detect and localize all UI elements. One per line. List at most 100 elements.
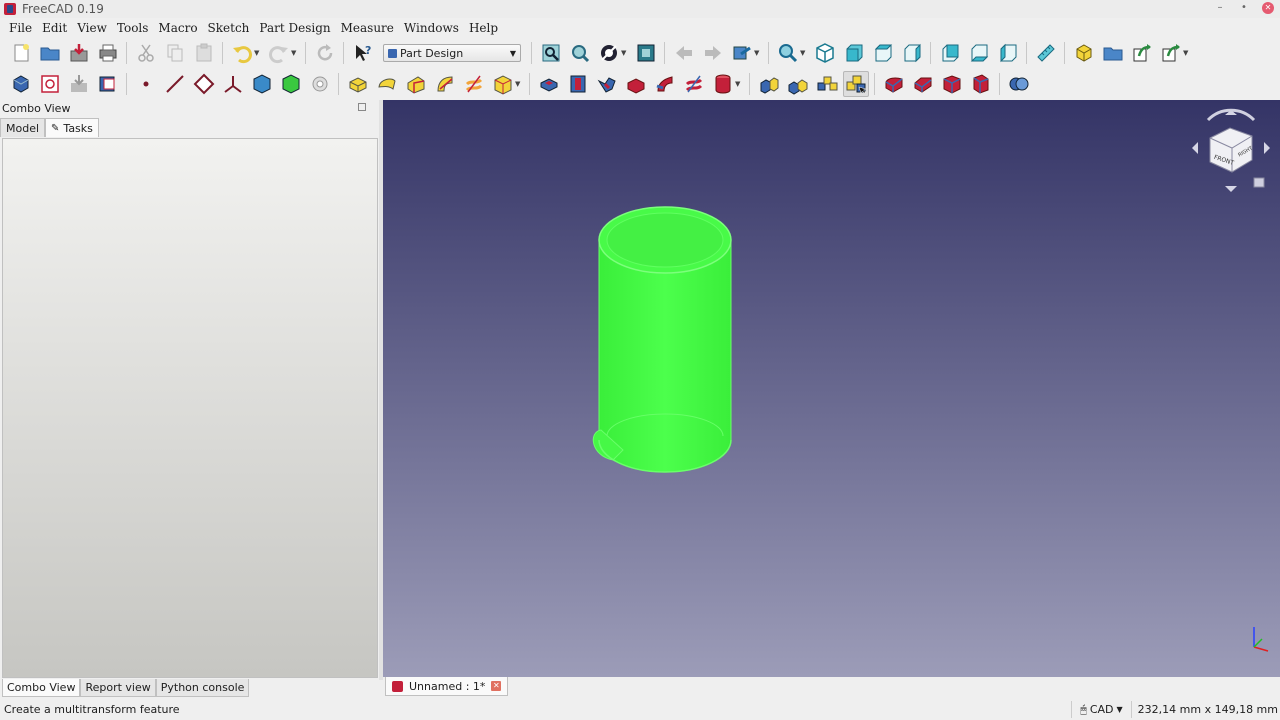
3d-viewport[interactable]: FRONT RIGHT (383, 100, 1280, 677)
datum-point-button[interactable] (133, 71, 159, 97)
workbench-selector[interactable]: Part Design ▼ (383, 44, 521, 62)
view-bottom-button[interactable] (966, 40, 992, 66)
create-body-button[interactable] (8, 71, 34, 97)
tab-report-view[interactable]: Report view (80, 679, 156, 697)
print-button[interactable] (95, 40, 121, 66)
paste-button[interactable] (191, 40, 217, 66)
green-cylinder[interactable] (592, 206, 732, 473)
subtractive-pipe-button[interactable] (652, 71, 678, 97)
save-button[interactable] (66, 40, 92, 66)
redo-button[interactable] (266, 40, 292, 66)
boolean-button[interactable] (1006, 71, 1032, 97)
zoom-dropdown-icon[interactable]: ▼ (800, 49, 808, 57)
tab-python-console[interactable]: Python console (155, 679, 250, 697)
additive-pipe-button[interactable] (432, 71, 458, 97)
pocket-button[interactable] (536, 71, 562, 97)
tab-document-unnamed[interactable]: Unnamed : 1* ✕ (385, 677, 509, 696)
navigation-cube[interactable]: FRONT RIGHT (1188, 104, 1274, 196)
subtractive-primitive-dropdown-icon[interactable]: ▼ (735, 80, 743, 88)
tab-model[interactable]: Model (0, 118, 46, 137)
additive-primitive-button[interactable] (490, 71, 516, 97)
redo-dropdown-icon[interactable]: ▼ (291, 49, 299, 57)
cut-button[interactable] (133, 40, 159, 66)
validate-sketch-button[interactable] (66, 71, 92, 97)
linear-pattern-button[interactable] (785, 71, 811, 97)
open-button[interactable] (37, 40, 63, 66)
copy-button[interactable] (162, 40, 188, 66)
menu-macro[interactable]: Macro (153, 21, 202, 35)
view-front-button[interactable] (841, 40, 867, 66)
measure-distance-button[interactable] (1033, 40, 1059, 66)
whats-this-button[interactable]: ? (350, 40, 376, 66)
thickness-button[interactable] (968, 71, 994, 97)
tab-tasks[interactable]: ✎ Tasks (45, 118, 99, 137)
back-button[interactable] (671, 40, 697, 66)
link-dropdown-icon[interactable]: ▼ (754, 49, 762, 57)
subtractive-primitive-button[interactable] (710, 71, 736, 97)
fit-selection-button[interactable] (567, 40, 593, 66)
view-rear-button[interactable] (937, 40, 963, 66)
menu-measure[interactable]: Measure (336, 21, 399, 35)
create-sketch-button[interactable] (37, 71, 63, 97)
menu-tools[interactable]: Tools (112, 21, 154, 35)
menu-part-design[interactable]: Part Design (254, 21, 335, 35)
draw-style-button[interactable] (596, 40, 622, 66)
chamfer-button[interactable] (910, 71, 936, 97)
menu-view[interactable]: View (72, 21, 112, 35)
menu-help[interactable]: Help (464, 21, 503, 35)
undock-icon[interactable] (358, 103, 366, 111)
local-coordinate-system-button[interactable] (220, 71, 246, 97)
view-left-button[interactable] (995, 40, 1021, 66)
axis-cross-icon (1253, 627, 1269, 652)
create-part-button[interactable] (1071, 40, 1097, 66)
view-rear-icon (942, 44, 958, 62)
map-sketch-button[interactable] (95, 71, 121, 97)
datum-line-button[interactable] (162, 71, 188, 97)
fit-all-button[interactable] (538, 40, 564, 66)
mirrored-button[interactable] (756, 71, 782, 97)
subtractive-helix-button[interactable] (681, 71, 707, 97)
tab-combo-view[interactable]: Combo View (2, 679, 81, 697)
new-document-button[interactable] (8, 40, 34, 66)
fillet-button[interactable] (881, 71, 907, 97)
menu-file[interactable]: File (4, 21, 37, 35)
bounding-box-button[interactable] (633, 40, 659, 66)
polar-pattern-button[interactable] (814, 71, 840, 97)
draft-button[interactable] (939, 71, 965, 97)
create-group-button[interactable] (1100, 40, 1126, 66)
pad-button[interactable] (345, 71, 371, 97)
menu-windows[interactable]: Windows (399, 21, 464, 35)
menu-edit[interactable]: Edit (37, 21, 72, 35)
draw-style-dropdown-icon[interactable]: ▼ (621, 49, 629, 57)
undo-dropdown-icon[interactable]: ▼ (254, 49, 262, 57)
link-actions-button[interactable] (1158, 40, 1184, 66)
navigation-style-button[interactable]: 🖱 CAD ▼ (1071, 701, 1130, 718)
clone-button[interactable] (307, 71, 333, 97)
close-tab-icon[interactable]: ✕ (491, 681, 502, 691)
additive-helix-button[interactable] (461, 71, 487, 97)
close-button[interactable]: ✕ (1262, 2, 1274, 14)
hole-button[interactable] (565, 71, 591, 97)
view-top-button[interactable] (870, 40, 896, 66)
minimize-button[interactable]: – (1214, 2, 1226, 14)
additive-loft-button[interactable] (403, 71, 429, 97)
revolution-button[interactable] (374, 71, 400, 97)
multitransform-button[interactable] (842, 71, 869, 97)
shape-binder-button[interactable] (249, 71, 275, 97)
datum-plane-button[interactable] (191, 71, 217, 97)
zoom-button[interactable] (775, 40, 801, 66)
forward-button[interactable] (700, 40, 726, 66)
link-actions-dropdown-icon[interactable]: ▼ (1183, 49, 1191, 57)
additive-primitive-dropdown-icon[interactable]: ▼ (515, 80, 523, 88)
make-link-button[interactable] (1129, 40, 1155, 66)
undo-button[interactable] (229, 40, 255, 66)
std-link-button[interactable] (729, 40, 755, 66)
view-right-button[interactable] (899, 40, 925, 66)
menu-sketch[interactable]: Sketch (203, 21, 255, 35)
sub-shape-binder-button[interactable] (278, 71, 304, 97)
groove-button[interactable] (594, 71, 620, 97)
view-isometric-button[interactable] (812, 40, 838, 66)
refresh-button[interactable] (312, 40, 338, 66)
subtractive-loft-button[interactable] (623, 71, 649, 97)
maximize-button[interactable]: • (1238, 2, 1250, 14)
